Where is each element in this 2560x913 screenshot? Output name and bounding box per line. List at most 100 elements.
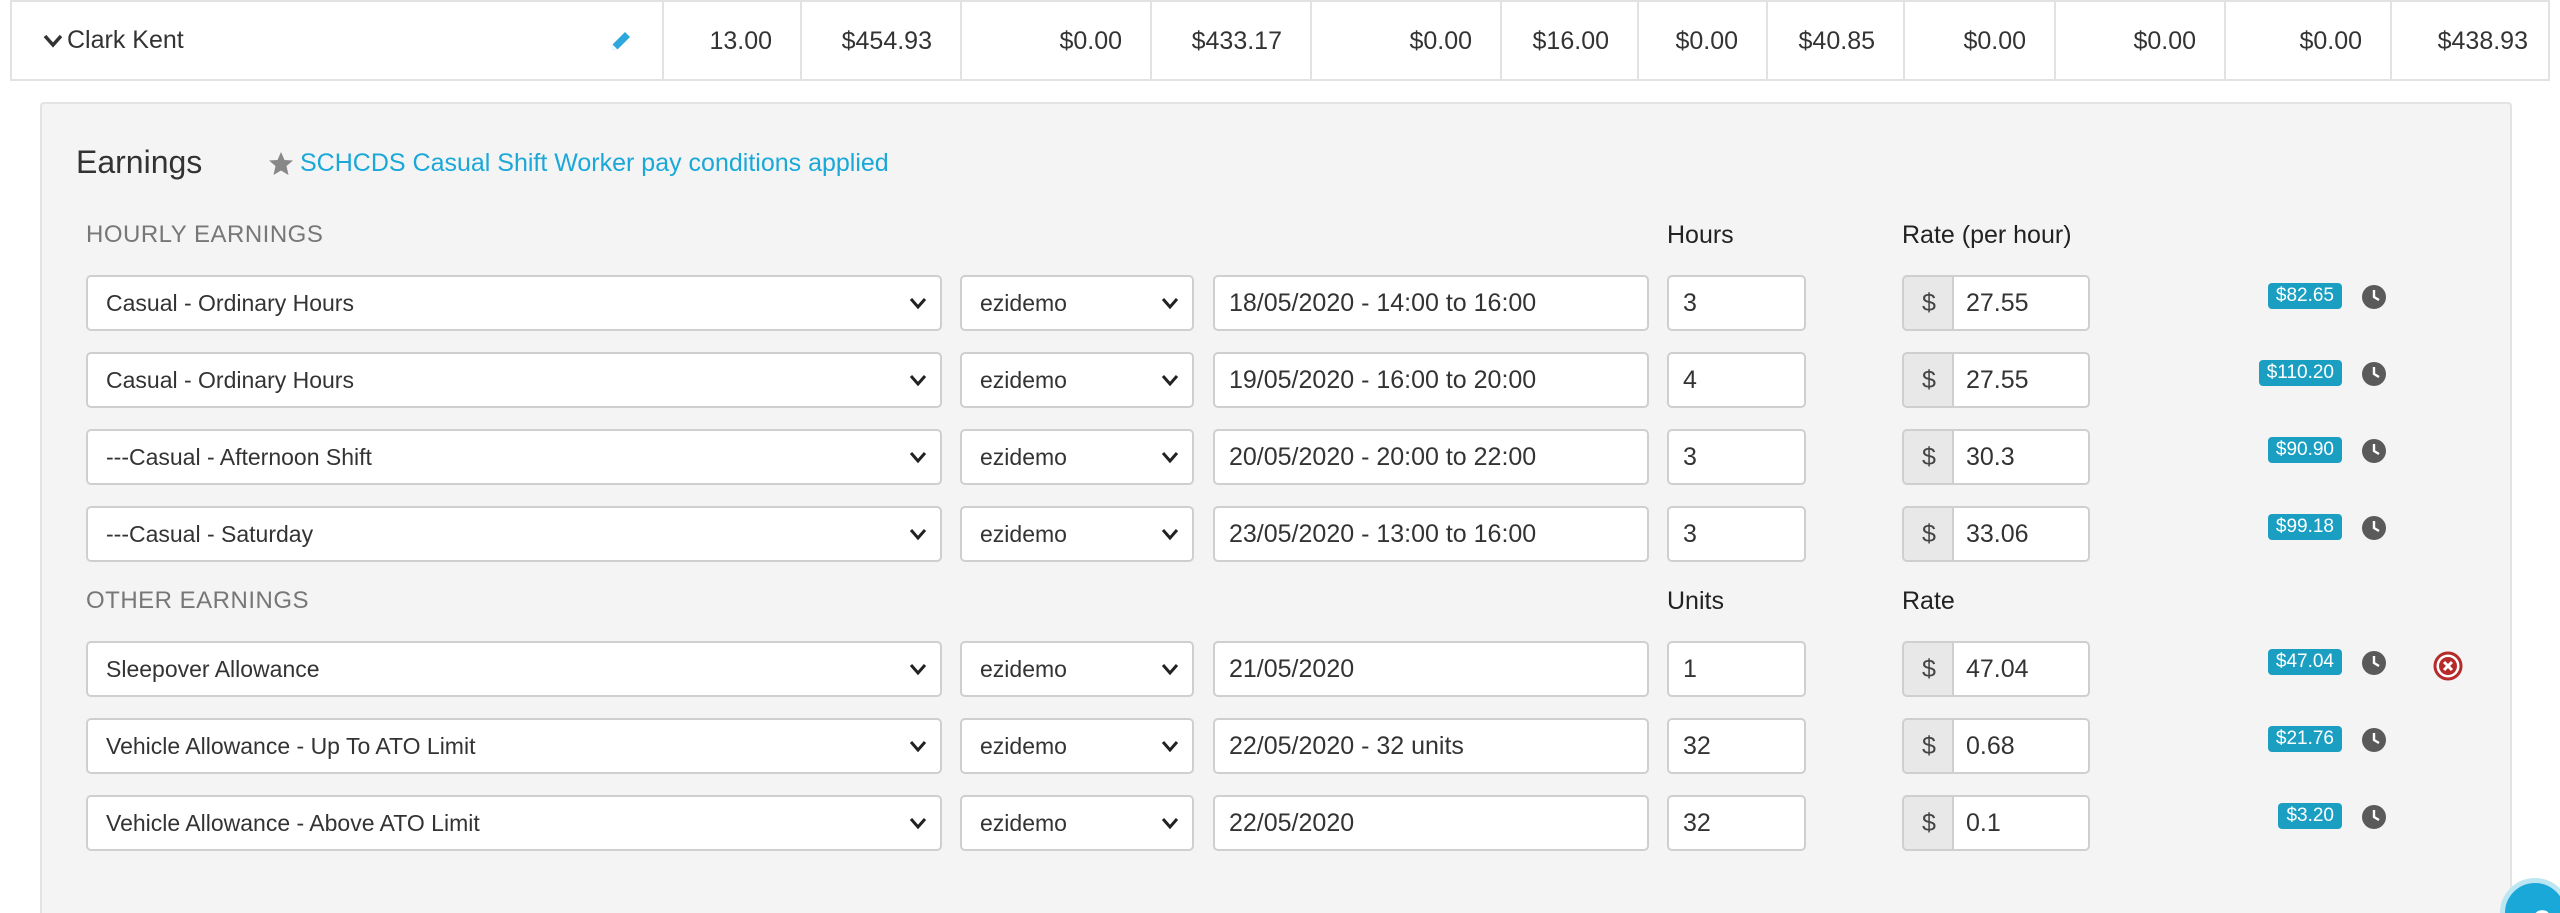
user-value: ezidemo (980, 521, 1067, 547)
quantity-input[interactable]: 3 (1667, 275, 1806, 331)
rate-input[interactable]: 0.1 (1952, 795, 2090, 851)
chevron-down-icon (909, 818, 927, 830)
chevron-down-icon (909, 664, 927, 676)
earning-type-value: Casual - Ordinary Hours (106, 367, 354, 393)
quantity-input[interactable]: 3 (1667, 506, 1806, 562)
earning-type-value: Casual - Ordinary Hours (106, 290, 354, 316)
earning-type-select[interactable]: Casual - Ordinary Hours (86, 275, 942, 331)
currency-addon: $ (1902, 429, 1954, 485)
rate-input-group: $27.55 (1902, 275, 2090, 331)
summary-value: 13.00 (666, 2, 802, 79)
row-total-badge: $47.04 (2267, 649, 2342, 675)
period-input[interactable]: 19/05/2020 - 16:00 to 20:00 (1213, 352, 1649, 408)
summary-value: $454.93 (802, 2, 962, 79)
period-input[interactable]: 22/05/2020 (1213, 795, 1649, 851)
help-label: ? (2533, 905, 2551, 913)
employee-name-cell[interactable]: Clark Kent (12, 2, 664, 79)
earning-type-select[interactable]: ---Casual - Saturday (86, 506, 942, 562)
rate-input-group: $33.06 (1902, 506, 2090, 562)
earning-type-value: ---Casual - Afternoon Shift (106, 444, 372, 470)
clock-icon[interactable] (2361, 727, 2387, 753)
star-icon (269, 152, 293, 175)
rate-input[interactable]: 47.04 (1952, 641, 2090, 697)
rate-input-group: $0.68 (1902, 718, 2090, 774)
row-total-badge: $110.20 (2258, 360, 2342, 386)
chevron-down-icon[interactable] (42, 30, 64, 52)
chevron-down-icon (909, 452, 927, 464)
row-total-badge: $99.18 (2267, 514, 2342, 540)
row-total-badge: $90.90 (2267, 437, 2342, 463)
clock-icon[interactable] (2361, 438, 2387, 464)
pencil-icon[interactable] (608, 28, 634, 54)
clock-icon[interactable] (2361, 650, 2387, 676)
chevron-down-icon (909, 375, 927, 387)
quantity-input[interactable]: 4 (1667, 352, 1806, 408)
period-input[interactable]: 21/05/2020 (1213, 641, 1649, 697)
rate-input-group: $47.04 (1902, 641, 2090, 697)
chevron-down-icon (909, 529, 927, 541)
currency-addon: $ (1902, 718, 1954, 774)
earnings-title: Earnings (76, 144, 203, 180)
summary-value: $0.00 (962, 2, 1152, 79)
quantity-input[interactable]: 3 (1667, 429, 1806, 485)
user-value: ezidemo (980, 367, 1067, 393)
user-value: ezidemo (980, 733, 1067, 759)
chevron-down-icon (1161, 298, 1179, 310)
row-total-badge: $3.20 (2278, 803, 2342, 829)
quantity-input[interactable]: 32 (1667, 795, 1806, 851)
earning-type-select[interactable]: Vehicle Allowance - Up To ATO Limit (86, 718, 942, 774)
earning-type-select[interactable]: Vehicle Allowance - Above ATO Limit (86, 795, 942, 851)
user-select[interactable]: ezidemo (960, 641, 1194, 697)
user-select[interactable]: ezidemo (960, 275, 1194, 331)
user-select[interactable]: ezidemo (960, 795, 1194, 851)
summary-value: $0.00 (1312, 2, 1502, 79)
quantity-input[interactable]: 1 (1667, 641, 1806, 697)
rate-per-hour-header: Rate (per hour) (1902, 221, 2072, 249)
earning-type-value: Sleepover Allowance (106, 656, 320, 682)
period-input[interactable]: 20/05/2020 - 20:00 to 22:00 (1213, 429, 1649, 485)
rate-input[interactable]: 0.68 (1952, 718, 2090, 774)
earning-type-select[interactable]: Casual - Ordinary Hours (86, 352, 942, 408)
clock-icon[interactable] (2361, 515, 2387, 541)
rate-input-group: $0.1 (1902, 795, 2090, 851)
pay-conditions-link[interactable]: SCHCDS Casual Shift Worker pay condition… (300, 149, 889, 178)
currency-addon: $ (1902, 795, 1954, 851)
earning-type-select[interactable]: ---Casual - Afternoon Shift (86, 429, 942, 485)
clock-icon[interactable] (2361, 284, 2387, 310)
summary-value: $0.00 (1639, 2, 1768, 79)
earning-type-select[interactable]: Sleepover Allowance (86, 641, 942, 697)
currency-addon: $ (1902, 506, 1954, 562)
quantity-input[interactable]: 32 (1667, 718, 1806, 774)
employee-name: Clark Kent (67, 26, 184, 54)
period-input[interactable]: 23/05/2020 - 13:00 to 16:00 (1213, 506, 1649, 562)
units-header: Units (1667, 587, 1724, 615)
chevron-down-icon (1161, 741, 1179, 753)
clock-icon[interactable] (2361, 361, 2387, 387)
user-select[interactable]: ezidemo (960, 352, 1194, 408)
row-total-badge: $82.65 (2267, 283, 2342, 309)
currency-addon: $ (1902, 275, 1954, 331)
period-input[interactable]: 18/05/2020 - 14:00 to 16:00 (1213, 275, 1649, 331)
summary-value: $40.85 (1768, 2, 1905, 79)
user-select[interactable]: ezidemo (960, 506, 1194, 562)
user-select[interactable]: ezidemo (960, 429, 1194, 485)
rate-input[interactable]: 27.55 (1952, 275, 2090, 331)
earning-type-value: Vehicle Allowance - Above ATO Limit (106, 810, 480, 836)
user-select[interactable]: ezidemo (960, 718, 1194, 774)
chevron-down-icon (1161, 664, 1179, 676)
user-value: ezidemo (980, 810, 1067, 836)
remove-row-icon[interactable] (2432, 650, 2464, 682)
rate-input[interactable]: 33.06 (1952, 506, 2090, 562)
rate-input[interactable]: 30.3 (1952, 429, 2090, 485)
rate-header: Rate (1902, 587, 1955, 615)
summary-value: $433.17 (1152, 2, 1312, 79)
rate-input[interactable]: 27.55 (1952, 352, 2090, 408)
summary-value: $0.00 (2056, 2, 2226, 79)
summary-value: $0.00 (1905, 2, 2056, 79)
chevron-down-icon (1161, 818, 1179, 830)
hours-header: Hours (1667, 221, 1734, 249)
period-input[interactable]: 22/05/2020 - 32 units (1213, 718, 1649, 774)
other-earnings-label: OTHER EARNINGS (86, 587, 310, 614)
summary-value: $16.00 (1502, 2, 1639, 79)
clock-icon[interactable] (2361, 804, 2387, 830)
